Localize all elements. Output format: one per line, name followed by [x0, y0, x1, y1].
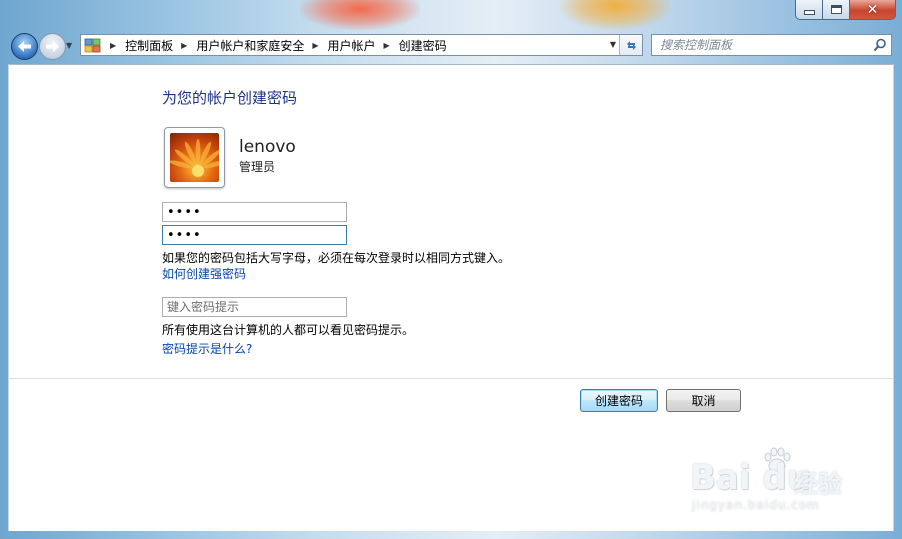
window-frame: ✕ ▼ ▶ 控制面板 ▶ 用户帐户和家庭安全 ▶ 用户帐户 ▶ 创建密码 ▼ 搜…	[0, 0, 902, 539]
breadcrumb-control-panel[interactable]: 控制面板	[125, 37, 173, 54]
search-input[interactable]	[652, 35, 864, 55]
confirm-password-field[interactable]	[162, 225, 347, 245]
breadcrumb-user-accounts-family-safety[interactable]: 用户帐户和家庭安全	[196, 37, 304, 54]
what-is-hint-link[interactable]: 密码提示是什么?	[162, 340, 252, 357]
refresh-icon	[626, 40, 636, 50]
close-icon: ✕	[866, 1, 879, 18]
breadcrumb-separator-icon[interactable]: ▶	[312, 41, 318, 50]
frame-accent-red	[300, 0, 420, 30]
user-picture-flower	[170, 133, 219, 182]
caps-warning-text: 如果您的密码包括大写字母，必须在每次登录时以相同方式键入。	[162, 251, 511, 265]
close-button[interactable]: ✕	[850, 0, 896, 20]
watermark-url: jingyan.baidu.com	[692, 498, 820, 512]
refresh-button[interactable]	[619, 35, 642, 55]
maximize-button[interactable]	[823, 0, 850, 20]
breadcrumb-user-accounts[interactable]: 用户帐户	[328, 37, 376, 54]
strong-password-link[interactable]: 如何创建强密码	[162, 265, 246, 282]
recent-pages-chevron-icon[interactable]: ▼	[66, 41, 76, 51]
address-bar[interactable]: ▶ 控制面板 ▶ 用户帐户和家庭安全 ▶ 用户帐户 ▶ 创建密码 ▼	[80, 34, 643, 56]
new-password-field[interactable]	[162, 202, 347, 222]
cancel-button[interactable]: 取消	[666, 389, 741, 412]
minimize-icon	[803, 10, 815, 15]
breadcrumb-separator-icon[interactable]: ▶	[384, 41, 390, 50]
watermark-brand-cn: 经验	[794, 470, 842, 498]
search-icon[interactable]	[873, 38, 887, 52]
breadcrumb-separator-icon[interactable]: ▶	[181, 41, 187, 50]
baidu-watermark: Bai du 经验 jingyan.baidu.com	[690, 440, 860, 530]
avatar	[164, 127, 225, 188]
maximize-icon	[830, 5, 842, 14]
divider	[9, 378, 893, 379]
user-role: 管理员	[239, 160, 276, 174]
password-hint-field[interactable]	[162, 297, 347, 317]
forward-arrow-icon	[46, 41, 59, 52]
frame-accent-orange	[560, 0, 670, 30]
caption-buttons: ✕	[795, 0, 896, 20]
search-box[interactable]	[651, 34, 892, 56]
forward-button[interactable]	[39, 33, 66, 60]
breadcrumb-separator-icon[interactable]: ▶	[110, 41, 116, 50]
create-password-button[interactable]: 创建密码	[580, 389, 658, 412]
user-name: lenovo	[239, 137, 296, 157]
minimize-button[interactable]	[795, 0, 823, 20]
watermark-brand: Bai du	[690, 458, 811, 498]
control-panel-icon	[84, 37, 102, 53]
back-button[interactable]	[11, 33, 38, 60]
back-arrow-icon	[18, 41, 31, 52]
address-dropdown-icon[interactable]: ▼	[610, 40, 616, 49]
page-title: 为您的帐户创建密码	[162, 89, 298, 107]
breadcrumb-create-password[interactable]: 创建密码	[399, 37, 447, 54]
hint-visibility-note: 所有使用这台计算机的人都可以看见密码提示。	[162, 323, 415, 337]
